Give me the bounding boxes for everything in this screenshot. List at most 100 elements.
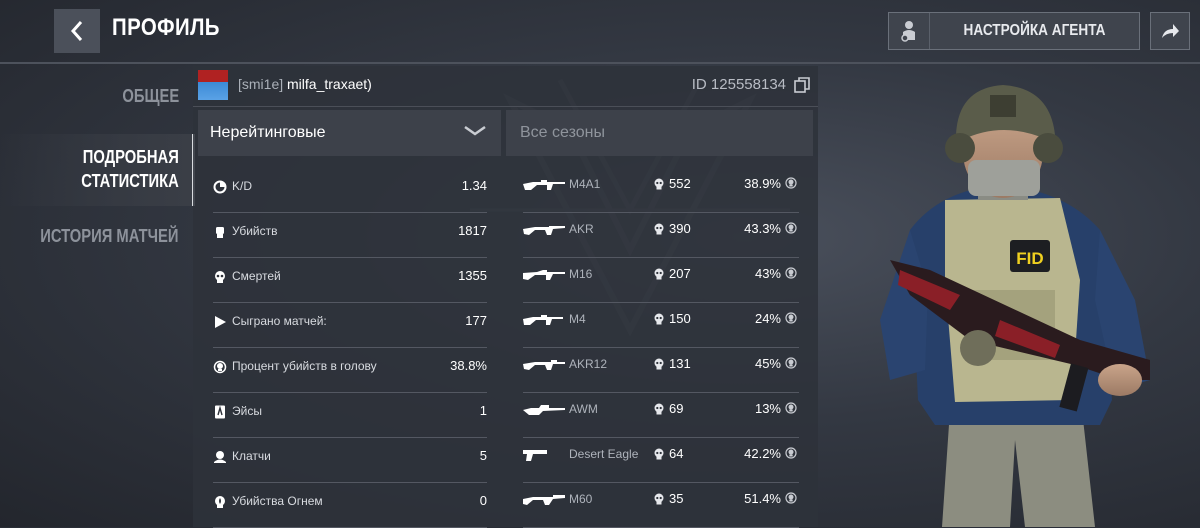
- weapon-kills: 35: [669, 491, 684, 506]
- tab-general-label: ОБЩЕЕ: [122, 86, 179, 106]
- skull-icon: [654, 313, 664, 325]
- kd-icon: [213, 180, 227, 194]
- fist-icon: [216, 227, 224, 238]
- stat-value: 5: [479, 448, 487, 463]
- stat-label: Клатчи: [232, 449, 271, 463]
- weapon-icon: [523, 180, 565, 190]
- mode-dropdown[interactable]: Нерейтинговые: [198, 110, 501, 156]
- weapon-headshot-pct: 24%: [754, 311, 781, 326]
- skull-icon: [654, 268, 664, 280]
- headshot-icon: [785, 357, 797, 369]
- avatar[interactable]: [198, 70, 228, 100]
- season-dropdown-value: Все сезоны: [520, 124, 605, 141]
- weapon-row[interactable]: M60 35 51.4%: [523, 483, 799, 528]
- stat-value: 1: [479, 403, 487, 418]
- skull-icon: [654, 178, 664, 190]
- stat-row: Смертей 1355: [213, 258, 487, 303]
- stat-row: Убийств 1817: [213, 213, 487, 258]
- clan-tag: [smi1e]: [238, 76, 284, 92]
- weapon-name: M16: [569, 267, 593, 281]
- weapon-icon: [523, 270, 565, 280]
- headshot-icon: [785, 312, 797, 324]
- page-title: ПРОФИЛЬ: [112, 14, 220, 41]
- tab-detailed-stats[interactable]: ПОДРОБНАЯ СТАТИСТИКА: [0, 134, 195, 206]
- weapon-headshot-pct: 43%: [754, 266, 781, 281]
- skull-icon: [654, 493, 664, 505]
- stat-value: 177: [465, 313, 487, 328]
- weapon-icon: [523, 450, 547, 461]
- weapon-headshot-pct: 43.3%: [744, 221, 781, 236]
- agent-settings-button[interactable]: НАСТРОЙКА АГЕНТА: [888, 12, 1140, 50]
- headshot-icon: [213, 360, 227, 374]
- share-button[interactable]: [1150, 12, 1190, 50]
- vest-patch-text: FID: [1016, 249, 1043, 268]
- weapon-icon: [523, 495, 565, 505]
- skull-icon: [654, 223, 664, 235]
- tab-detailed-stats-label: ПОДРОБНАЯ СТАТИСТИКА: [81, 147, 179, 191]
- play-icon: [215, 316, 226, 328]
- weapon-row[interactable]: Desert Eagle 64 42.2%: [523, 438, 799, 483]
- stat-row: Процент убийств в голову 38.8%: [213, 348, 487, 393]
- weapon-headshot-pct: 51.4%: [744, 491, 781, 506]
- weapon-name: M4: [569, 312, 586, 326]
- tab-match-history[interactable]: ИСТОРИЯ МАТЧЕЙ: [0, 226, 192, 252]
- weapon-kills: 552: [669, 176, 691, 191]
- weapon-name: AKR: [569, 222, 594, 236]
- stat-value: 1.34: [461, 178, 487, 193]
- profile-row: [smi1e] milfa_traxaet) ID 125558134: [193, 66, 818, 107]
- weapon-headshot-pct: 13%: [754, 401, 781, 416]
- stat-row: Клатчи 5: [213, 438, 487, 483]
- tab-match-history-label: ИСТОРИЯ МАТЧЕЙ: [40, 226, 179, 246]
- stat-row: Убийства Огнем 0: [213, 483, 487, 528]
- weapon-name: M4A1: [569, 177, 601, 191]
- weapon-kills: 64: [669, 446, 684, 461]
- stat-label: Убийства Огнем: [232, 494, 323, 508]
- weapon-row[interactable]: AKR 390 43.3%: [523, 213, 799, 258]
- weapon-name: M60: [569, 492, 593, 506]
- stat-label: Смертей: [232, 269, 281, 283]
- player-name: milfa_traxaet): [287, 76, 372, 92]
- stat-row: Эйсы 1: [213, 393, 487, 438]
- weapon-icon: [523, 360, 565, 370]
- player-id: ID 125558134: [691, 76, 786, 93]
- header-divider: [0, 62, 1200, 64]
- stat-value: 1817: [458, 223, 487, 238]
- weapon-headshot-pct: 38.9%: [744, 176, 781, 191]
- weapon-row[interactable]: M16 207 43%: [523, 258, 799, 303]
- weapon-icon: [523, 315, 563, 325]
- headshot-icon: [785, 267, 797, 279]
- weapon-row[interactable]: AKR12 131 45%: [523, 348, 799, 393]
- headshot-icon: [785, 492, 797, 504]
- weapon-row[interactable]: M4 150 24%: [523, 303, 799, 348]
- chevron-down-icon: [464, 125, 486, 136]
- headshot-icon: [785, 177, 797, 189]
- stats-panel: [smi1e] milfa_traxaet) ID 125558134 Нере…: [193, 66, 818, 528]
- weapon-headshot-pct: 42.2%: [744, 446, 781, 461]
- tab-general[interactable]: ОБЩЕЕ: [0, 86, 192, 112]
- weapon-icon: [523, 226, 565, 235]
- agent-character: FID: [880, 85, 1150, 527]
- weapon-name: AKR12: [569, 357, 608, 371]
- username: [smi1e] milfa_traxaet): [238, 76, 372, 92]
- stat-row: Сыграно матчей: 177: [213, 303, 487, 348]
- back-button[interactable]: [54, 9, 100, 53]
- weapon-headshot-pct: 45%: [754, 356, 781, 371]
- copy-icon[interactable]: [794, 77, 810, 93]
- weapon-row[interactable]: M4A1 552 38.9%: [523, 168, 799, 213]
- headshot-icon: [785, 402, 797, 414]
- fire-kill-icon: [215, 496, 225, 508]
- weapon-kills: 150: [669, 311, 691, 326]
- stat-value: 0: [479, 493, 487, 508]
- stat-label: Эйсы: [232, 404, 262, 418]
- skull-icon: [654, 403, 664, 415]
- skull-icon: [654, 358, 664, 370]
- chevron-left-icon: [70, 21, 83, 41]
- stat-label: Сыграно матчей:: [232, 314, 327, 328]
- weapon-icon: [523, 405, 565, 415]
- season-dropdown[interactable]: Все сезоны: [506, 110, 813, 156]
- weapon-kills: 131: [669, 356, 691, 371]
- weapon-row[interactable]: AWM 69 13%: [523, 393, 799, 438]
- headshot-icon: [785, 447, 797, 459]
- stat-value: 38.8%: [450, 358, 487, 373]
- headshot-icon: [785, 222, 797, 234]
